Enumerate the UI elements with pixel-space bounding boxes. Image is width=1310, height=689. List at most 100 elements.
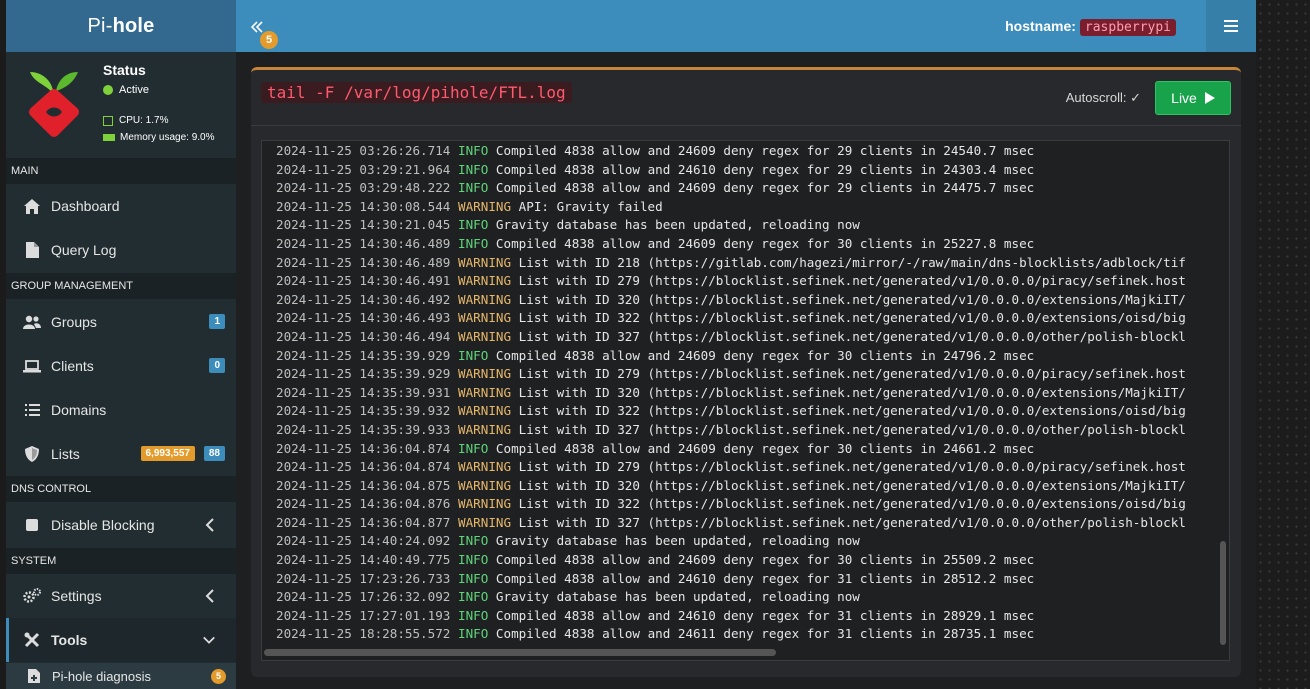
sidebar-item-label: Domains [51,402,107,418]
users-icon [23,313,41,331]
log-message: Compiled 4838 allow and 24609 deny regex… [495,143,1035,158]
log-message: Compiled 4838 allow and 24610 deny regex… [495,570,1035,586]
vertical-scrollbar[interactable] [1220,541,1226,645]
sidebar-item-label: Tools [51,632,88,648]
horizontal-scrollbar[interactable] [264,649,776,656]
app-logo[interactable]: Pi-hole [6,0,236,52]
log-level: INFO [457,589,489,605]
autoscroll-toggle[interactable]: Autoscroll: ✓ [1066,90,1141,106]
log-level: INFO [457,180,489,196]
log-line: 2024-11-25 14:35:39.929 INFO Compiled 48… [276,347,1216,366]
log-level: WARNING [457,310,512,326]
tools-icon [23,631,41,649]
log-line: 2024-11-25 14:36:04.876 WARNING List wit… [276,495,1216,514]
cpu-text: CPU: 1.7% [119,115,169,126]
log-message: Compiled 4838 allow and 24609 deny regex… [495,440,1035,456]
log-level: INFO [457,161,489,177]
log-box: tail -F /var/log/pihole/FTL.log Autoscro… [251,67,1241,677]
live-button[interactable]: Live [1155,81,1231,115]
hostname-display: hostname: raspberrypi [1005,18,1176,36]
log-line: 2024-11-25 17:23:26.733 INFO Compiled 48… [276,570,1216,589]
live-button-label: Live [1171,90,1197,106]
play-icon [1204,92,1215,104]
log-timestamp: 2024-11-25 14:30:46.492 [276,291,451,307]
double-chevron-left-icon [250,21,263,33]
memory-usage: Memory usage: 9.0% [103,132,215,143]
log-level: WARNING [457,496,512,512]
log-timestamp: 2024-11-25 14:35:39.929 [276,366,451,382]
log-message: Compiled 4838 allow and 24609 deny regex… [495,347,1035,363]
hostname-label: hostname: [1005,18,1076,34]
log-line: 2024-11-25 14:30:46.494 WARNING List wit… [276,328,1216,347]
sidebar-item-lists[interactable]: Lists 6,993,557 88 [6,432,236,476]
log-message: List with ID 279 (https://blocklist.sefi… [518,273,1186,289]
sidebar-item-disable-blocking[interactable]: Disable Blocking [6,503,236,547]
top-navbar: 5 hostname: raspberrypi [236,0,1256,52]
status-panel: Status Active CPU: 1.7% Memory usage: 9.… [6,52,236,156]
log-output[interactable]: 2024-11-25 03:26:26.714 INFO Compiled 48… [261,140,1230,661]
log-timestamp: 2024-11-25 14:35:39.933 [276,421,451,437]
logo-text-bold: hole [112,14,155,37]
sidebar-item-query-log[interactable]: Query Log [6,228,236,272]
log-timestamp: 2024-11-25 14:36:04.876 [276,496,451,512]
log-timestamp: 2024-11-25 14:36:04.877 [276,514,451,530]
sidebar-item-settings[interactable]: Settings [6,574,236,618]
log-level: INFO [457,626,489,642]
log-level: INFO [457,533,489,549]
log-timestamp: 2024-11-25 14:30:46.494 [276,328,451,344]
log-message: Gravity database has been updated, reloa… [495,589,860,605]
section-header-system: SYSTEM [6,548,236,574]
log-line: 2024-11-25 14:35:39.933 WARNING List wit… [276,421,1216,440]
autoscroll-label: Autoscroll: [1065,90,1127,105]
log-timestamp: 2024-11-25 17:27:01.193 [276,607,451,623]
log-message: List with ID 327 (https://blocklist.sefi… [518,421,1186,437]
log-timestamp: 2024-11-25 17:26:32.092 [276,589,451,605]
logo-text-light: Pi- [87,14,113,37]
log-line: 2024-11-25 14:30:46.489 WARNING List wit… [276,254,1216,273]
sidebar-item-dashboard[interactable]: Dashboard [6,184,236,228]
home-icon [23,197,41,215]
menu-button[interactable] [1206,0,1256,52]
log-line: 2024-11-25 14:30:21.045 INFO Gravity dat… [276,216,1216,235]
log-line: 2024-11-25 14:36:04.875 WARNING List wit… [276,477,1216,496]
log-message: List with ID 327 (https://blocklist.sefi… [518,328,1186,344]
log-message: Compiled 4838 allow and 24611 deny regex… [495,626,1035,642]
sidebar: Status Active CPU: 1.7% Memory usage: 9.… [6,52,236,689]
sidebar-item-tools[interactable]: Tools [6,618,236,662]
chevron-left-icon [205,518,214,532]
log-timestamp: 2024-11-25 14:30:46.489 [276,235,451,251]
log-level: WARNING [457,328,512,344]
log-line: 2024-11-25 14:40:49.775 INFO Compiled 48… [276,551,1216,570]
log-line: 2024-11-25 14:36:04.874 WARNING List wit… [276,458,1216,477]
log-level: INFO [457,143,489,158]
log-message: List with ID 279 (https://blocklist.sefi… [518,459,1186,475]
sidebar-item-groups[interactable]: Groups 1 [6,300,236,344]
check-icon: ✓ [1130,90,1141,105]
log-level: WARNING [457,477,512,493]
log-line: 2024-11-25 14:35:39.929 WARNING List wit… [276,365,1216,384]
log-line: 2024-11-25 18:28:55.572 INFO Compiled 48… [276,625,1216,644]
log-line: 2024-11-25 14:30:08.544 WARNING API: Gra… [276,198,1216,217]
log-line: 2024-11-25 14:30:46.489 INFO Compiled 48… [276,235,1216,254]
sidebar-item-label: Clients [51,358,94,374]
log-message: List with ID 322 (https://blocklist.sefi… [518,403,1186,419]
chevron-left-icon [205,589,214,603]
log-message: Compiled 4838 allow and 24610 deny regex… [495,607,1035,623]
chevron-down-icon [203,636,215,644]
log-message: List with ID 327 (https://blocklist.sefi… [518,514,1186,530]
log-message: List with ID 320 (https://blocklist.sefi… [518,477,1186,493]
log-message: List with ID 279 (https://blocklist.sefi… [518,366,1186,382]
log-message: Compiled 4838 allow and 24609 deny regex… [495,552,1035,568]
log-line: 2024-11-25 03:26:26.714 INFO Compiled 48… [276,142,1216,161]
log-message: List with ID 322 (https://blocklist.sefi… [518,496,1186,512]
section-header-group-management: GROUP MANAGEMENT [6,273,236,299]
status-indicator: Active [103,84,149,96]
sidebar-item-clients[interactable]: Clients 0 [6,344,236,388]
log-timestamp: 2024-11-25 14:35:39.932 [276,403,451,419]
cpu-chip-icon [103,115,113,126]
notification-badge: 5 [260,31,278,49]
memory-icon [103,134,115,141]
sidebar-item-domains[interactable]: Domains [6,388,236,432]
sidebar-subitem-pihole-diagnosis[interactable]: Pi-hole diagnosis 5 [6,663,236,689]
log-level: INFO [457,217,489,233]
